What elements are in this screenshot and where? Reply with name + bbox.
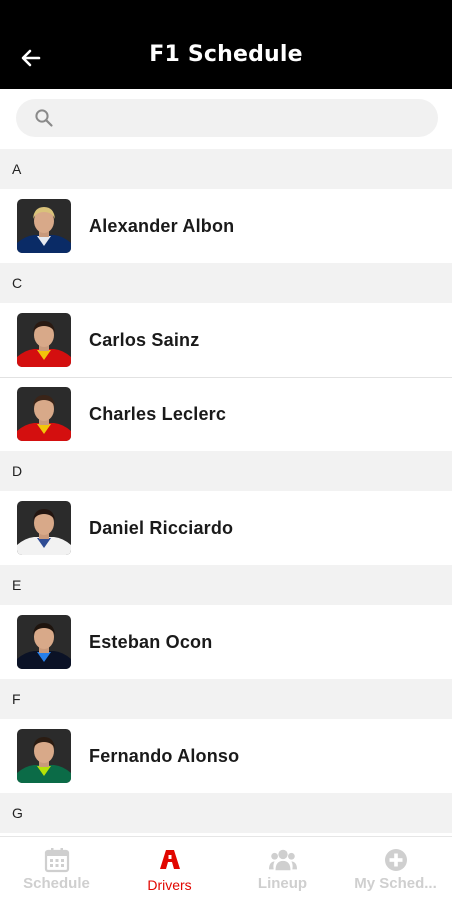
section-header-f: F: [0, 679, 452, 719]
driver-name: Esteban Ocon: [89, 631, 213, 652]
section-header-e: E: [0, 565, 452, 605]
search-icon: [35, 109, 53, 127]
driver-row-daniel-ricciardo[interactable]: Daniel Ricciardo: [0, 491, 452, 565]
plus-circle-icon: [382, 847, 410, 873]
search-input[interactable]: [66, 99, 426, 137]
driver-avatar: [17, 729, 71, 783]
driver-row-carlos-sainz[interactable]: Carlos Sainz: [0, 303, 452, 377]
driver-name: Alexander Albon: [89, 215, 235, 236]
group-icon: [268, 847, 297, 873]
helmet-icon: [156, 847, 184, 873]
driver-avatar: [17, 199, 71, 253]
tab-drivers[interactable]: Drivers: [113, 837, 226, 900]
tab-schedule[interactable]: Schedule: [0, 837, 113, 900]
driver-row-fernando-alonso[interactable]: Fernando Alonso: [0, 719, 452, 793]
driver-name: Fernando Alonso: [89, 745, 240, 766]
driver-name: Charles Leclerc: [89, 403, 227, 424]
top-app-bar: F1 Schedule: [0, 0, 452, 89]
tab-label: My Sched...: [354, 875, 437, 892]
bottom-tab-bar: Schedule Drivers Lineup My Sched...: [0, 836, 452, 900]
search-field[interactable]: [16, 99, 438, 137]
tab-label: Lineup: [257, 875, 308, 892]
driver-avatar: [17, 615, 71, 669]
driver-row-esteban-ocon[interactable]: Esteban Ocon: [0, 605, 452, 679]
driver-name: Carlos Sainz: [89, 329, 200, 350]
driver-list: A Alexander Albon C Carlos Sainz Charles Lec…: [0, 149, 452, 833]
section-header-a: A: [0, 149, 452, 189]
section-header-c: C: [0, 263, 452, 303]
page-title: F1 Schedule: [149, 42, 303, 67]
driver-avatar: [17, 313, 71, 367]
search-bar: [0, 89, 452, 149]
tab-lineup[interactable]: Lineup: [226, 837, 339, 900]
calendar-icon: [43, 847, 71, 873]
section-header-d: D: [0, 451, 452, 491]
tab-label: Drivers: [147, 877, 192, 893]
tab-my-sched[interactable]: My Sched...: [339, 837, 452, 900]
section-header-g: G: [0, 793, 452, 833]
driver-name: Daniel Ricciardo: [89, 517, 234, 538]
driver-row-alexander-albon[interactable]: Alexander Albon: [0, 189, 452, 263]
app-screen: F1 Schedule A Alexander Albon C Carlos Sain…: [0, 0, 452, 900]
driver-row-charles-leclerc[interactable]: Charles Leclerc: [0, 377, 452, 451]
tab-label: Schedule: [23, 875, 90, 892]
driver-avatar: [17, 501, 71, 555]
driver-avatar: [17, 387, 71, 441]
